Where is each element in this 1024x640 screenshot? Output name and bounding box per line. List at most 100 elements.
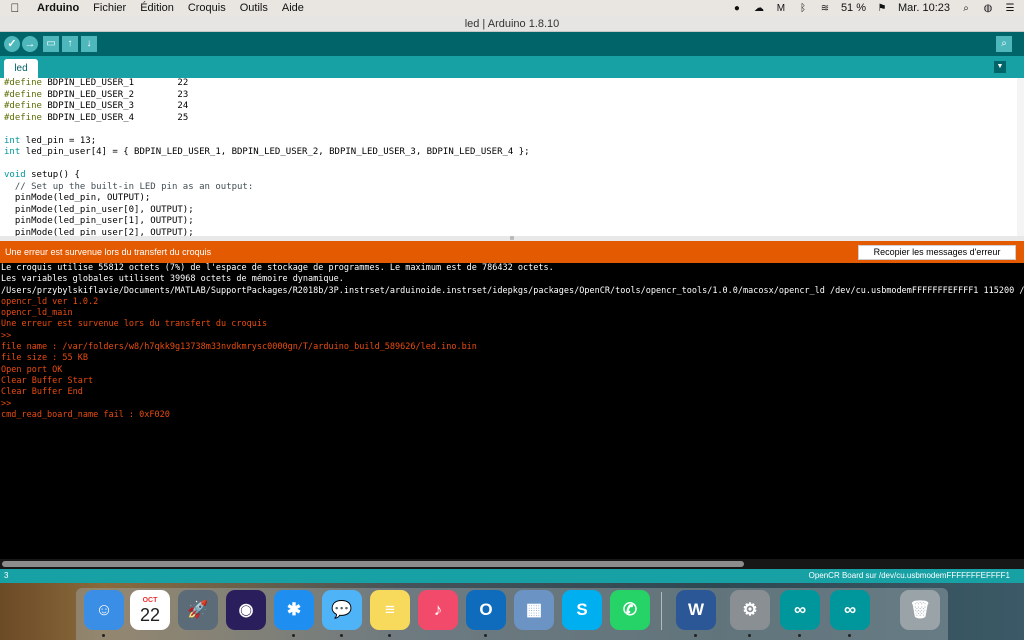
console-line: Les variables globales utilisent 39968 o… xyxy=(1,274,344,285)
code-line: #define BDPIN_LED_USER_3 24 xyxy=(0,101,1024,113)
code-text: led_pin = 13; xyxy=(20,135,97,146)
arrow-down-icon: ↓ xyxy=(86,38,92,49)
menu-edition[interactable]: Édition xyxy=(133,2,181,14)
tab-menu-button[interactable]: ▼ xyxy=(994,61,1006,73)
open-button[interactable]: ↑ xyxy=(62,36,78,52)
console-line: Open port OK xyxy=(1,364,63,375)
console-line: cmd_read_board_name fail : 0xF020 xyxy=(1,409,170,420)
code-keyword: int xyxy=(4,135,21,146)
splitter-handle[interactable] xyxy=(510,236,514,240)
apple-icon[interactable]:  xyxy=(0,1,30,15)
running-indicator xyxy=(848,634,851,637)
code-text: setup() { xyxy=(25,170,80,180)
check-icon: ✓ xyxy=(7,38,17,50)
code-line: pinMode(led_pin, OUTPUT); xyxy=(0,193,1024,205)
tab-led[interactable]: led xyxy=(4,59,38,78)
running-indicator xyxy=(292,634,295,637)
notes-icon[interactable]: ≡ xyxy=(370,590,410,630)
code-line: int led_pin_user[4] = { BDPIN_LED_USER_1… xyxy=(0,147,1024,159)
upload-button[interactable]: → xyxy=(22,36,38,52)
code-text: BDPIN_LED_USER_1 22 xyxy=(41,78,189,88)
magnifier-icon: ⌕ xyxy=(1001,38,1007,49)
bluetooth-icon[interactable]: ᛒ xyxy=(797,3,809,14)
calendar-day: 22 xyxy=(139,604,161,625)
console-line: opencr_ld_main xyxy=(1,308,73,319)
running-indicator xyxy=(340,634,343,637)
running-indicator xyxy=(484,634,487,637)
toolbar: ✓ → ▭ ↑ ↓ ⌕ xyxy=(0,32,1024,56)
dock-separator xyxy=(661,592,662,630)
flag-icon[interactable]: ⚑ xyxy=(876,3,888,14)
serial-monitor-button[interactable]: ⌕ xyxy=(996,36,1012,52)
verify-button[interactable]: ✓ xyxy=(4,36,20,52)
arduino-icon[interactable]: ∞ xyxy=(830,590,870,630)
save-button[interactable]: ↓ xyxy=(81,36,97,52)
code-keyword: #define xyxy=(4,78,42,88)
search-icon[interactable]: ⌕ xyxy=(960,3,972,14)
console-line: file size : 55 KB xyxy=(1,353,88,364)
code-editor[interactable]: #define BDPIN_LED_USER_1 22 #define BDPIN… xyxy=(0,78,1024,236)
code-line: #define BDPIN_LED_USER_1 22 xyxy=(0,78,1024,90)
wifi-icon[interactable]: ≋ xyxy=(819,3,831,14)
new-button[interactable]: ▭ xyxy=(43,36,59,52)
code-keyword: #define xyxy=(4,101,42,111)
word-icon[interactable]: W xyxy=(676,590,716,630)
running-indicator xyxy=(798,634,801,637)
console-line: file name : /var/folders/w8/h7qkk9g13738… xyxy=(1,342,477,353)
console-line: /Users/przybylskiflavie/Documents/MATLAB… xyxy=(1,285,1024,296)
menu-fichier[interactable]: Fichier xyxy=(86,2,133,14)
console-output[interactable]: Le croquis utilise 55812 octets (7%) de … xyxy=(0,263,1024,559)
music-icon[interactable]: ♪ xyxy=(418,590,458,630)
user-icon[interactable]: ◍ xyxy=(982,3,994,14)
messages-icon[interactable]: 💬 xyxy=(322,590,362,630)
code-keyword: int xyxy=(4,147,21,157)
menu-outils[interactable]: Outils xyxy=(233,2,275,14)
outlook-icon[interactable]: O xyxy=(466,590,506,630)
editor-scrollbar[interactable] xyxy=(1017,78,1024,236)
notification-center-icon[interactable]: ☰ xyxy=(1004,3,1016,14)
new-file-icon: ▭ xyxy=(46,38,56,49)
scrollbar-thumb[interactable] xyxy=(2,561,744,567)
chevron-down-icon: ▼ xyxy=(996,63,1004,70)
console-line: Clear Buffer End xyxy=(1,387,83,398)
cloud-icon[interactable]: ☁ xyxy=(753,3,765,14)
malwarebytes-icon[interactable]: M xyxy=(775,3,787,14)
error-message: Une erreur est survenue lors du transfer… xyxy=(5,247,212,257)
safari-icon[interactable]: ✱ xyxy=(274,590,314,630)
trash-icon[interactable]: 🗑 xyxy=(900,590,940,630)
code-text: BDPIN_LED_USER_3 24 xyxy=(41,101,189,111)
preview-icon[interactable]: ▦ xyxy=(514,590,554,630)
running-indicator xyxy=(388,634,391,637)
siri-icon[interactable]: ◉ xyxy=(226,590,266,630)
error-status-bar: Une erreur est survenue lors du transfer… xyxy=(0,241,1024,263)
tab-bar: led ▼ xyxy=(0,56,1024,78)
whatsapp-icon[interactable]: ✆ xyxy=(610,590,650,630)
code-text: pinMode(led_pin, OUTPUT); xyxy=(4,193,151,203)
launchpad-icon[interactable]: 🚀 xyxy=(178,590,218,630)
code-keyword: void xyxy=(4,170,26,180)
code-line: #define BDPIN_LED_USER_4 25 xyxy=(0,113,1024,125)
window-title: led | Arduino 1.8.10 xyxy=(0,16,1024,32)
board-info: OpenCR Board sur /dev/cu.usbmodemFFFFFFF… xyxy=(808,571,1010,580)
clock[interactable]: Mar. 10:23 xyxy=(898,2,950,14)
console-horizontal-scrollbar[interactable] xyxy=(0,559,1024,569)
copy-errors-button[interactable]: Recopier les messages d'erreur xyxy=(858,245,1016,260)
console-line: Le croquis utilise 55812 octets (7%) de … xyxy=(1,263,554,273)
system-preferences-icon[interactable]: ⚙ xyxy=(730,590,770,630)
skype-icon[interactable]: S xyxy=(562,590,602,630)
battery-percent[interactable]: 51 % xyxy=(841,2,866,14)
code-text: // Set up the built-in LED pin as an out… xyxy=(4,181,254,192)
record-icon[interactable]: ● xyxy=(731,3,743,14)
arrow-right-icon: → xyxy=(24,38,36,50)
menu-app[interactable]: Arduino xyxy=(30,2,86,14)
calendar-icon[interactable]: OCT 22 xyxy=(130,590,170,630)
status-footer: 3 OpenCR Board sur /dev/cu.usbmodemFFFFF… xyxy=(0,569,1024,583)
menu-aide[interactable]: Aide xyxy=(275,2,311,14)
finder-icon[interactable]: ☺ xyxy=(84,590,124,630)
code-text: pinMode(led_pin_user[1], OUTPUT); xyxy=(4,216,194,226)
menu-croquis[interactable]: Croquis xyxy=(181,2,233,14)
code-line: // Set up the built-in LED pin as an out… xyxy=(0,182,1024,194)
arduino-icon[interactable]: ∞ xyxy=(780,590,820,630)
